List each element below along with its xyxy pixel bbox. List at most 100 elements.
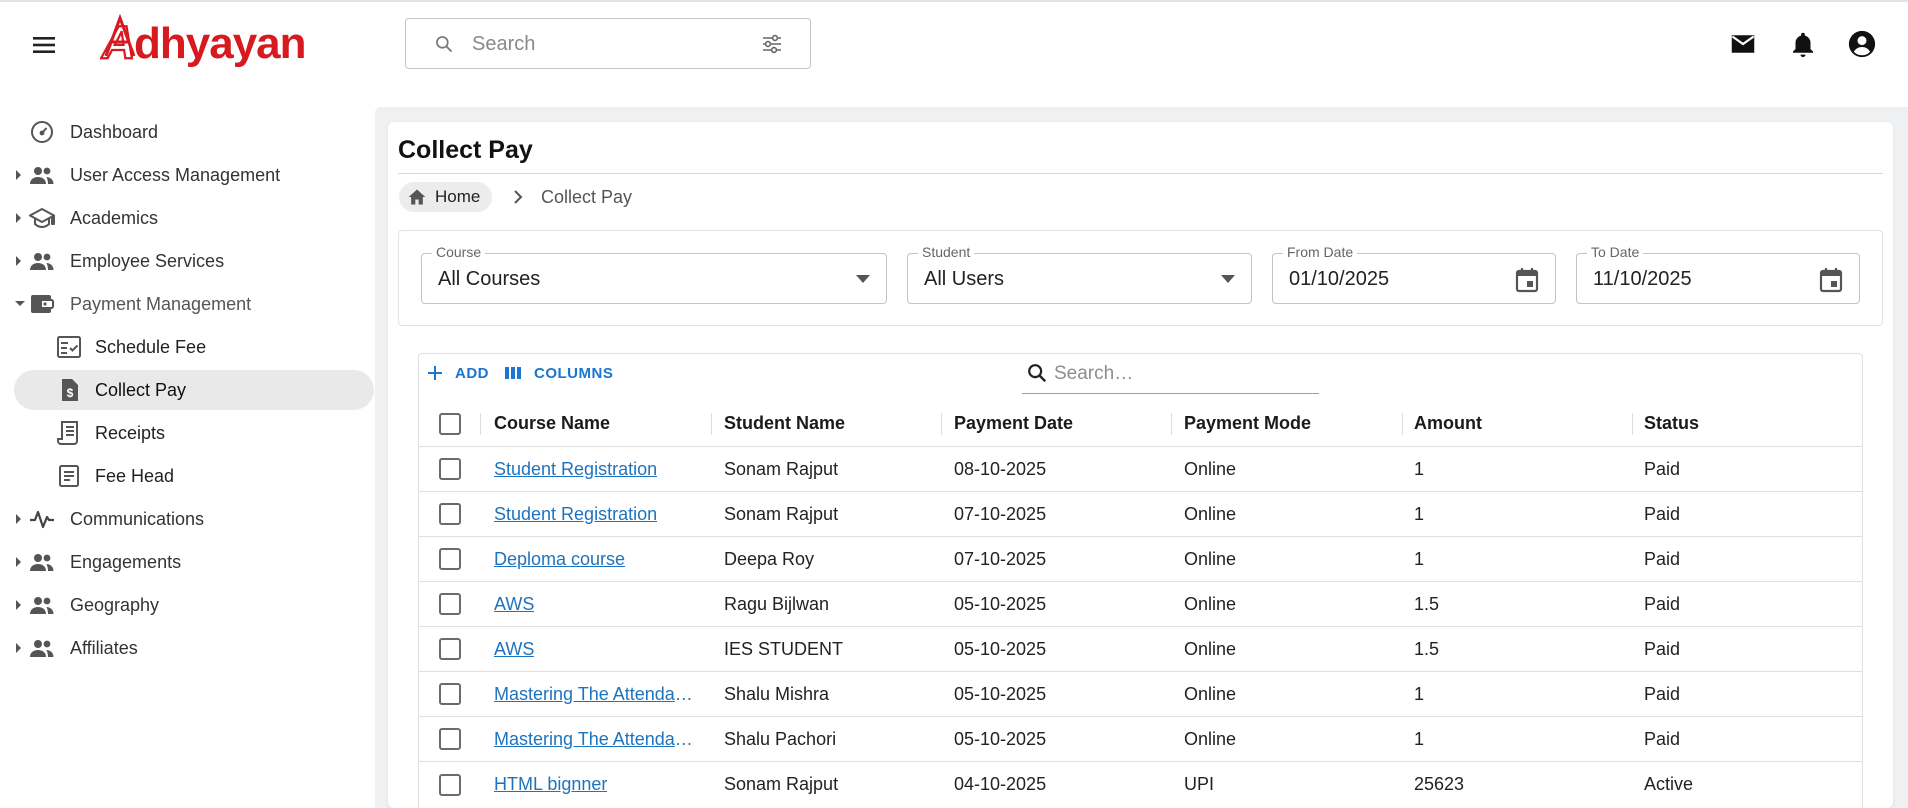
columns-icon (505, 367, 521, 379)
svg-text:dhyayan: dhyayan (134, 19, 306, 68)
sidebar-item-label: Schedule Fee (95, 337, 207, 357)
table-row[interactable]: HTML bignner Sonam Rajput 04-10-2025 UPI… (419, 762, 1862, 807)
grid-search[interactable] (1022, 356, 1319, 394)
bell-icon[interactable] (1788, 29, 1818, 59)
header-payment-date[interactable]: Payment Date (954, 401, 1164, 446)
select-all-checkbox[interactable] (439, 412, 461, 435)
sidebar-item-employee-services[interactable]: Employee Services (14, 241, 374, 281)
payment-date-cell: 07-10-2025 (954, 548, 1047, 569)
title-divider (398, 173, 1883, 174)
sidebar-item-affiliates[interactable]: Affiliates (14, 628, 374, 668)
global-search[interactable] (405, 18, 811, 69)
table-row[interactable]: Student Registration Sonam Rajput 08-10-… (419, 447, 1862, 492)
sidebar-item-collect-pay[interactable]: $ Collect Pay (14, 370, 374, 410)
course-select[interactable]: Course All Courses (421, 244, 887, 304)
header-payment-mode[interactable]: Payment Mode (1184, 401, 1394, 446)
columns-button[interactable]: COLUMNS (504, 362, 613, 384)
table-row[interactable]: Student Registration Sonam Rajput 07-10-… (419, 492, 1862, 537)
sidebar-item-label: Affiliates (70, 638, 138, 658)
grid-search-input[interactable] (1054, 360, 1309, 388)
sidebar-item-receipts[interactable]: Receipts (14, 413, 374, 453)
sidebar-item-payment-management[interactable]: Payment Management (14, 284, 374, 324)
table-row[interactable]: AWS IES STUDENT 05-10-2025 Online 1.5 Pa… (419, 627, 1862, 672)
calendar-icon[interactable] (1819, 267, 1843, 293)
app-logo[interactable]: A dhyayan (100, 10, 340, 74)
course-link[interactable]: Mastering The Attendance Register (494, 729, 699, 750)
header-student-name[interactable]: Student Name (724, 401, 934, 446)
student-select[interactable]: Student All Users (907, 244, 1252, 304)
pulse-icon (30, 510, 54, 529)
row-checkbox[interactable] (439, 773, 461, 796)
status-cell: Paid (1644, 638, 1681, 659)
student-name-cell: Deepa Roy (724, 548, 815, 569)
search-input[interactable] (472, 29, 732, 59)
page-title: Collect Pay (398, 136, 533, 164)
sidebar-item-communications[interactable]: Communications (14, 499, 374, 539)
to-date-label: To Date (1587, 244, 1644, 260)
table-row[interactable]: Mastering The Attendance Register Shalu … (419, 717, 1862, 762)
row-checkbox[interactable] (439, 503, 461, 525)
amount-cell: 1.5 (1414, 638, 1440, 659)
people-icon (30, 597, 54, 614)
course-link[interactable]: Student Registration (494, 504, 657, 525)
header-status[interactable]: Status (1644, 401, 1854, 446)
wallet-icon (31, 295, 54, 313)
amount-cell: 1 (1414, 458, 1425, 479)
course-link[interactable]: Student Registration (494, 459, 657, 480)
column-separator (1171, 413, 1172, 435)
tune-icon[interactable] (760, 32, 784, 56)
payment-mode-cell: Online (1184, 548, 1237, 569)
sidebar-item-engagements[interactable]: Engagements (14, 542, 374, 582)
row-checkbox[interactable] (439, 593, 461, 615)
row-checkbox[interactable] (439, 548, 461, 570)
sidebar-item-academics[interactable]: Academics (14, 198, 374, 238)
table-row[interactable]: AWS Ragu Bijlwan 05-10-2025 Online 1.5 P… (419, 582, 1862, 627)
payment-date-cell: 05-10-2025 (954, 593, 1047, 614)
column-separator (1402, 413, 1403, 435)
course-link[interactable]: Mastering The Attendance Register (494, 684, 699, 705)
amount-cell: 25623 (1414, 774, 1465, 794)
row-checkbox[interactable] (439, 638, 461, 660)
course-link[interactable]: AWS (494, 594, 534, 615)
sidebar-item-geography[interactable]: Geography (14, 585, 374, 625)
people-icon (30, 253, 54, 270)
table-row[interactable]: Deploma course Deepa Roy 07-10-2025 Onli… (419, 537, 1862, 582)
chevron-right-icon (514, 190, 523, 204)
sidebar-item-dashboard[interactable]: Dashboard (14, 112, 374, 152)
column-separator (711, 413, 712, 435)
table-row[interactable]: Mastering The Attendance Register Shalu … (419, 672, 1862, 717)
status-cell: Paid (1644, 593, 1681, 614)
account-icon[interactable] (1847, 29, 1877, 59)
row-checkbox[interactable] (439, 683, 461, 705)
calendar-icon[interactable] (1515, 267, 1539, 293)
from-date-field[interactable]: From Date 01/10/2025 (1272, 244, 1556, 304)
sidebar-item-user-access-management[interactable]: User Access Management (14, 155, 374, 195)
caret-down-icon (15, 301, 25, 306)
row-checkbox[interactable] (439, 458, 461, 480)
add-button[interactable]: ADD (427, 362, 489, 384)
header-amount[interactable]: Amount (1414, 401, 1624, 446)
mail-icon[interactable] (1728, 29, 1758, 59)
breadcrumb-home[interactable]: Home (399, 182, 493, 212)
svg-text:$: $ (67, 386, 74, 400)
sidebar-item-label: Collect Pay (95, 380, 187, 400)
from-date-label: From Date (1283, 244, 1358, 260)
caret-right-icon (16, 514, 21, 524)
course-link[interactable]: AWS (494, 639, 534, 660)
payment-mode-cell: Online (1184, 593, 1237, 614)
row-checkbox[interactable] (439, 728, 461, 750)
topbar: A dhyayan (0, 2, 1908, 86)
menu-icon[interactable] (28, 30, 62, 60)
to-date-field[interactable]: To Date 11/10/2025 (1576, 244, 1860, 304)
invoice-icon: $ (62, 379, 78, 401)
sidebar-item-label: Receipts (95, 423, 166, 443)
course-link[interactable]: HTML bignner (494, 774, 607, 795)
course-link[interactable]: Deploma course (494, 549, 625, 570)
header-course-name[interactable]: Course Name (494, 401, 704, 446)
breadcrumb-home-label: Home (435, 187, 481, 206)
checklist-icon (57, 336, 81, 358)
sidebar-item-label: Fee Head (95, 466, 175, 486)
sidebar-item-fee-head[interactable]: Fee Head (14, 456, 374, 496)
student-name-cell: Sonam Rajput (724, 458, 839, 479)
sidebar-item-schedule-fee[interactable]: Schedule Fee (14, 327, 374, 367)
